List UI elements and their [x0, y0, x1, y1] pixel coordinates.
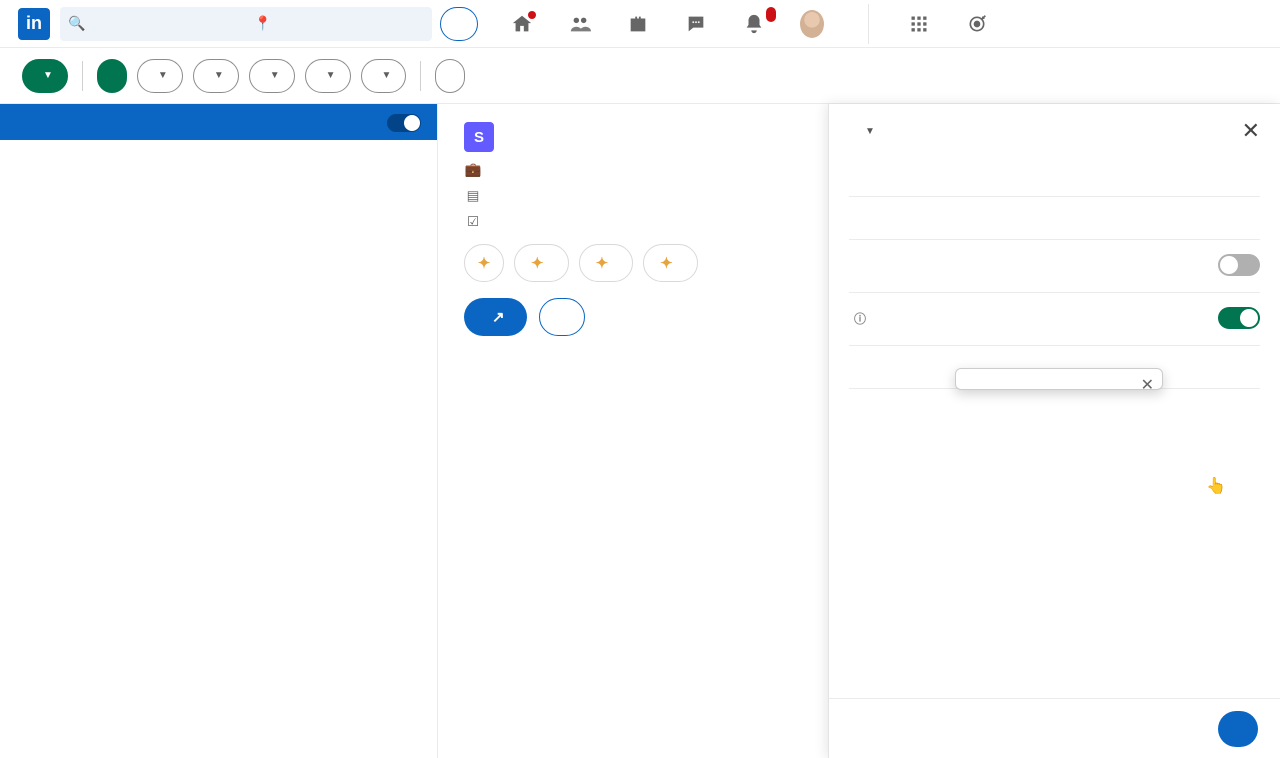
chip-how[interactable]: ✦ [643, 244, 698, 282]
search-input-query[interactable] [60, 7, 246, 41]
pill-reset[interactable] [475, 75, 487, 77]
sparkle-icon: ✦ [596, 254, 609, 272]
chip-tailor-resume[interactable]: ✦ [579, 244, 634, 282]
pill-separator [82, 61, 83, 91]
network-icon[interactable] [568, 13, 592, 35]
sparkle-icon: ✦ [478, 254, 491, 272]
pill-date-posted[interactable]: ▼ [137, 59, 183, 93]
jobs-icon[interactable] [626, 13, 650, 35]
cursor-icon: 👆 [1206, 476, 1226, 496]
filter-head-type[interactable]: ▼ [859, 126, 875, 137]
set-alert-toggle[interactable] [379, 114, 421, 132]
notifications-icon[interactable] [742, 13, 766, 35]
close-icon[interactable]: ✕ [1141, 375, 1154, 397]
notification-badge [766, 7, 776, 22]
nav-separator [868, 4, 869, 44]
list-check-icon: ☑ [464, 214, 482, 230]
sparkle-icon: ✦ [531, 254, 544, 272]
reset-button[interactable] [1188, 728, 1200, 730]
section-title: ⓘ [849, 310, 866, 327]
briefcase-icon: 💼 [464, 162, 482, 178]
filter-pill-row: ▼ ▼ ▼ ▼ ▼ ▼ [0, 48, 1280, 104]
pill-jobs[interactable]: ▼ [22, 59, 68, 93]
save-button[interactable] [539, 298, 585, 336]
close-icon[interactable]: ✕ [1242, 118, 1260, 144]
pill-remote[interactable]: ▼ [361, 59, 407, 93]
filter-panel: ▼ ✕ ⓘ [828, 104, 1280, 758]
location-pin-icon: 📍 [254, 15, 271, 32]
pill-company[interactable]: ▼ [305, 59, 351, 93]
filter-panel-header: ▼ ✕ [829, 104, 1280, 154]
search-input-location[interactable] [246, 7, 432, 41]
pill-salary[interactable]: ▼ [249, 59, 295, 93]
pill-experience[interactable]: ▼ [193, 59, 239, 93]
filter-panel-body[interactable]: ⓘ ✕ 👆 [829, 154, 1280, 698]
search-group: 🔍 📍 [60, 7, 478, 41]
top-nav: in 🔍 📍 [0, 0, 1280, 48]
has-verifications-toggle[interactable] [1218, 307, 1260, 329]
home-icon[interactable] [510, 13, 534, 35]
show-results-button[interactable] [1218, 711, 1258, 747]
apps-grid-icon[interactable] [907, 14, 931, 34]
sparkle-icon: ✦ [660, 254, 673, 272]
pill-all-filters[interactable] [435, 59, 465, 93]
filter-section-industry [849, 389, 1260, 431]
toggle-icon[interactable] [387, 114, 421, 132]
verification-tooltip: ✕ [955, 368, 1163, 390]
info-icon[interactable]: ⓘ [854, 310, 866, 327]
results-column [0, 104, 438, 758]
results-header [0, 104, 437, 140]
external-link-icon: ↗ [492, 308, 505, 326]
filter-section-remote [849, 197, 1260, 240]
grid-icon: ▤ [464, 188, 482, 204]
target-icon[interactable] [965, 14, 989, 34]
search-button[interactable] [440, 7, 478, 41]
easy-apply-toggle[interactable] [1218, 254, 1260, 276]
chip-good-fit[interactable]: ✦ [514, 244, 569, 282]
filter-section-job-type [849, 154, 1260, 197]
pill-has-verifications[interactable] [97, 59, 127, 93]
chip-spark[interactable]: ✦ [464, 244, 504, 282]
filter-section-has-verifications: ⓘ [849, 293, 1260, 346]
nav-icons [510, 4, 989, 44]
apply-button[interactable]: ↗ [464, 298, 527, 336]
search-icon: 🔍 [68, 15, 85, 32]
filter-section-easy-apply [849, 240, 1260, 293]
messaging-icon[interactable] [684, 13, 708, 35]
linkedin-logo[interactable]: in [18, 8, 50, 40]
results-list[interactable] [0, 140, 437, 758]
pill-separator [420, 61, 421, 91]
filter-panel-footer [829, 698, 1280, 758]
me-avatar[interactable] [800, 10, 824, 38]
